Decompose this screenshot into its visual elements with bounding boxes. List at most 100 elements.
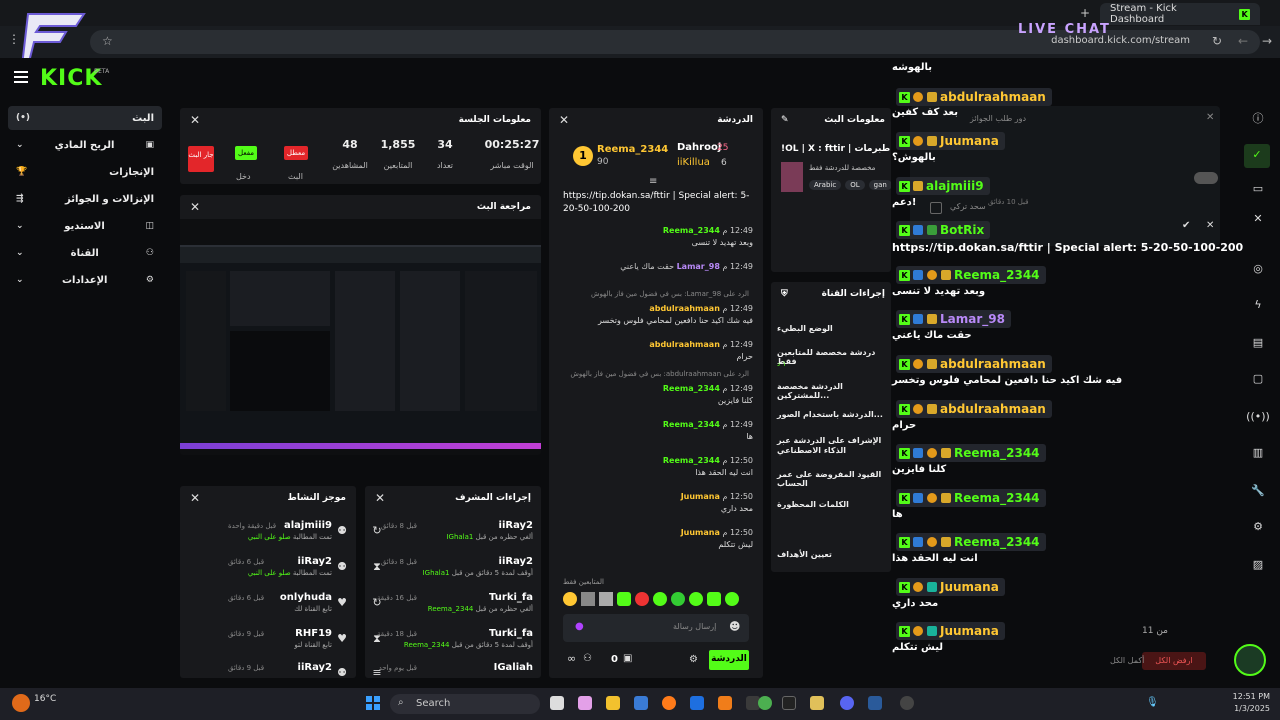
account-age-option[interactable]: القيود المفروضة على عمر الحساب (777, 470, 887, 488)
menu-dots-icon[interactable]: ⋮ (8, 32, 20, 46)
tag[interactable]: Arabic (809, 180, 842, 190)
reload-icon[interactable]: ↻ (1212, 34, 1222, 48)
entry-toggle[interactable]: مفعل (235, 146, 257, 160)
drops-checkbox[interactable] (930, 202, 942, 214)
emoji-icon[interactable]: ☻ (729, 620, 740, 633)
sidebar-item-stream[interactable]: البث (•) (8, 106, 162, 130)
sidebar-item-monetization[interactable]: ▣ الربح المادي ⌄ (8, 133, 162, 157)
chat-message[interactable]: 12:49 م Reema_2344 كلنا فايزين (559, 384, 753, 405)
sidebar-item-studio[interactable]: ◫ الاستديو ⌄ (8, 214, 162, 238)
info-icon[interactable]: ⓘ (1246, 110, 1270, 130)
lightning-icon[interactable]: ϟ (1246, 298, 1270, 318)
app-icon[interactable] (782, 696, 796, 710)
file-explorer-icon[interactable] (606, 696, 620, 710)
check-icon[interactable]: ✓ (1244, 144, 1270, 168)
taskbar-search[interactable]: Search (390, 694, 540, 714)
accept-all-button[interactable]: أكمل الكل (1110, 656, 1144, 665)
wrench-icon[interactable]: 🔧 (1246, 484, 1270, 504)
pencil-icon[interactable]: ✎ (781, 115, 789, 125)
overlay-user-tag: K Reema_2344 (896, 444, 1046, 462)
close-icon[interactable]: ✕ (375, 491, 385, 505)
close-icon[interactable]: ✕ (190, 200, 200, 214)
mic-icon[interactable]: 🎙 (1146, 697, 1159, 708)
broadcast-icon[interactable]: ((•)) (1246, 410, 1270, 430)
subscribers-only-option[interactable]: الدردشة مخصصة للمشتركين... (777, 382, 887, 400)
close-icon[interactable]: ✕ (1206, 112, 1214, 123)
task-view-icon[interactable] (550, 696, 564, 710)
chat-message[interactable]: 12:50 م Reema_2344 انت ليه الحقد هذا (559, 456, 753, 477)
document-icon[interactable]: ▤ (1246, 336, 1270, 356)
emote-bar[interactable] (563, 592, 749, 608)
panel-title: إجراءات المشرف (455, 493, 531, 503)
tag[interactable]: OL (845, 180, 865, 190)
close-icon[interactable]: ✕ (190, 491, 200, 505)
outlook-icon[interactable] (690, 696, 704, 710)
browser-tab[interactable]: Stream - Kick Dashboard K (1100, 3, 1260, 25)
obs-icon[interactable] (900, 696, 914, 710)
sidebar-item-achievements[interactable]: الإنجازات 🏆 (8, 160, 162, 184)
app-icon[interactable] (578, 696, 592, 710)
star-icon[interactable]: ☆ (102, 34, 113, 48)
new-tab-icon[interactable]: + (1080, 6, 1090, 20)
target-icon[interactable]: ◎ (1246, 262, 1270, 282)
discord-icon[interactable] (840, 696, 854, 710)
storage-icon[interactable]: ▥ (1246, 446, 1270, 466)
chat-message[interactable]: 12:50 م Juumana محد داري (559, 492, 753, 513)
back-icon[interactable]: ← (1238, 34, 1248, 48)
sidebar-item-channel[interactable]: ⚇ القناة ⌄ (8, 241, 162, 265)
image-icon[interactable]: ▨ (1246, 558, 1270, 578)
check-icon[interactable]: ✔ (1182, 220, 1190, 231)
ai-moderation-option[interactable]: الإشراف على الدردشة عبر الذكاء الاصطناعي (777, 436, 887, 456)
chrome-icon[interactable] (758, 696, 772, 710)
reject-all-button[interactable]: ارفض الكل (1142, 652, 1206, 670)
stream-preview-video[interactable] (180, 245, 541, 449)
infinity-icon[interactable]: ∞ (567, 652, 576, 665)
app-icon[interactable] (718, 696, 732, 710)
chat-message[interactable]: 12:49 م Reema_2344 ها (559, 420, 753, 441)
chat-icon[interactable]: ▢ (1246, 372, 1270, 392)
stream-toggle[interactable]: معطل (284, 146, 308, 160)
firefox-icon[interactable] (662, 696, 676, 710)
category-thumbnail (781, 162, 803, 192)
users-icon[interactable]: ⚇ (583, 653, 592, 664)
list-item: ⚉ iiRay2 قبل 9 دقائق (188, 662, 348, 678)
gear-icon[interactable]: ⚙ (689, 654, 698, 665)
followers-only-option[interactable]: دردشة مخصصة للمتابعين فقط (777, 348, 887, 366)
chat-message[interactable]: 12:49 م abdulraahmaan حرام (559, 340, 753, 361)
pinned-message[interactable]: https://tip.dokan.sa/fttir | Special ale… (563, 190, 753, 216)
close-icon[interactable]: ✕ (1246, 212, 1270, 232)
chat-message[interactable]: 12:50 م Juumana ليش تتكلم (559, 528, 753, 549)
app-icon[interactable] (810, 696, 824, 710)
chat-message[interactable]: 12:49 م Lamar_98 حقت ماك ياعني (559, 262, 753, 271)
close-icon[interactable]: ✕ (190, 113, 200, 127)
set-goals-option[interactable]: تعيين الأهداف (777, 550, 887, 559)
pin-collapse-icon[interactable]: ≡ (649, 176, 657, 187)
close-icon[interactable]: ✕ (1206, 220, 1214, 231)
slow-mode-option[interactable]: الوضع البطيء (777, 324, 887, 333)
steam-icon[interactable] (868, 696, 882, 710)
chat-input[interactable]: ● إرسال رسالة ☻ (563, 614, 749, 642)
overlay-user-tag: K BotRix (896, 221, 991, 239)
overlay-message: دعم! (892, 197, 917, 208)
wallet-icon: ▣ (145, 140, 154, 150)
sidebar-item-drops[interactable]: الإنزالات و الجوائز ⇶ (8, 187, 162, 211)
sidebar-item-settings[interactable]: ⚙ الإعدادات ⌄ (8, 268, 162, 292)
close-icon[interactable]: ✕ (559, 113, 569, 127)
send-chat-button[interactable]: الدردشة (709, 650, 749, 670)
forward-icon[interactable]: → (1262, 34, 1272, 48)
sliders-icon[interactable]: ⚙ (1246, 520, 1270, 540)
monitor-icon[interactable]: ▭ (1246, 182, 1270, 202)
stream-info-panel: معلومات البث ✎ !OL | X : fttir | طبرمات م… (771, 108, 891, 272)
chat-message[interactable]: 12:49 م Reema_2344 وبعد تهديد لا تنسى (559, 226, 753, 247)
app-icon[interactable] (634, 696, 648, 710)
emote-only-option[interactable]: الدردشة باستخدام الصور... (777, 410, 887, 419)
viewers-stat: 48 المشاهدين (332, 138, 368, 170)
mic-icon[interactable]: ● (575, 621, 584, 632)
drops-toggle[interactable] (1194, 172, 1218, 184)
gift-icon[interactable]: ▣ (623, 653, 632, 664)
hamburger-icon[interactable] (14, 71, 28, 83)
banned-words-option[interactable]: الكلمات المحظورة (777, 500, 887, 509)
windows-start-icon[interactable] (366, 696, 380, 710)
chat-message[interactable]: 12:49 م abdulraahmaan فيه شك اكيد حنا دا… (559, 304, 753, 325)
overlay-chat-button[interactable] (1234, 644, 1266, 676)
